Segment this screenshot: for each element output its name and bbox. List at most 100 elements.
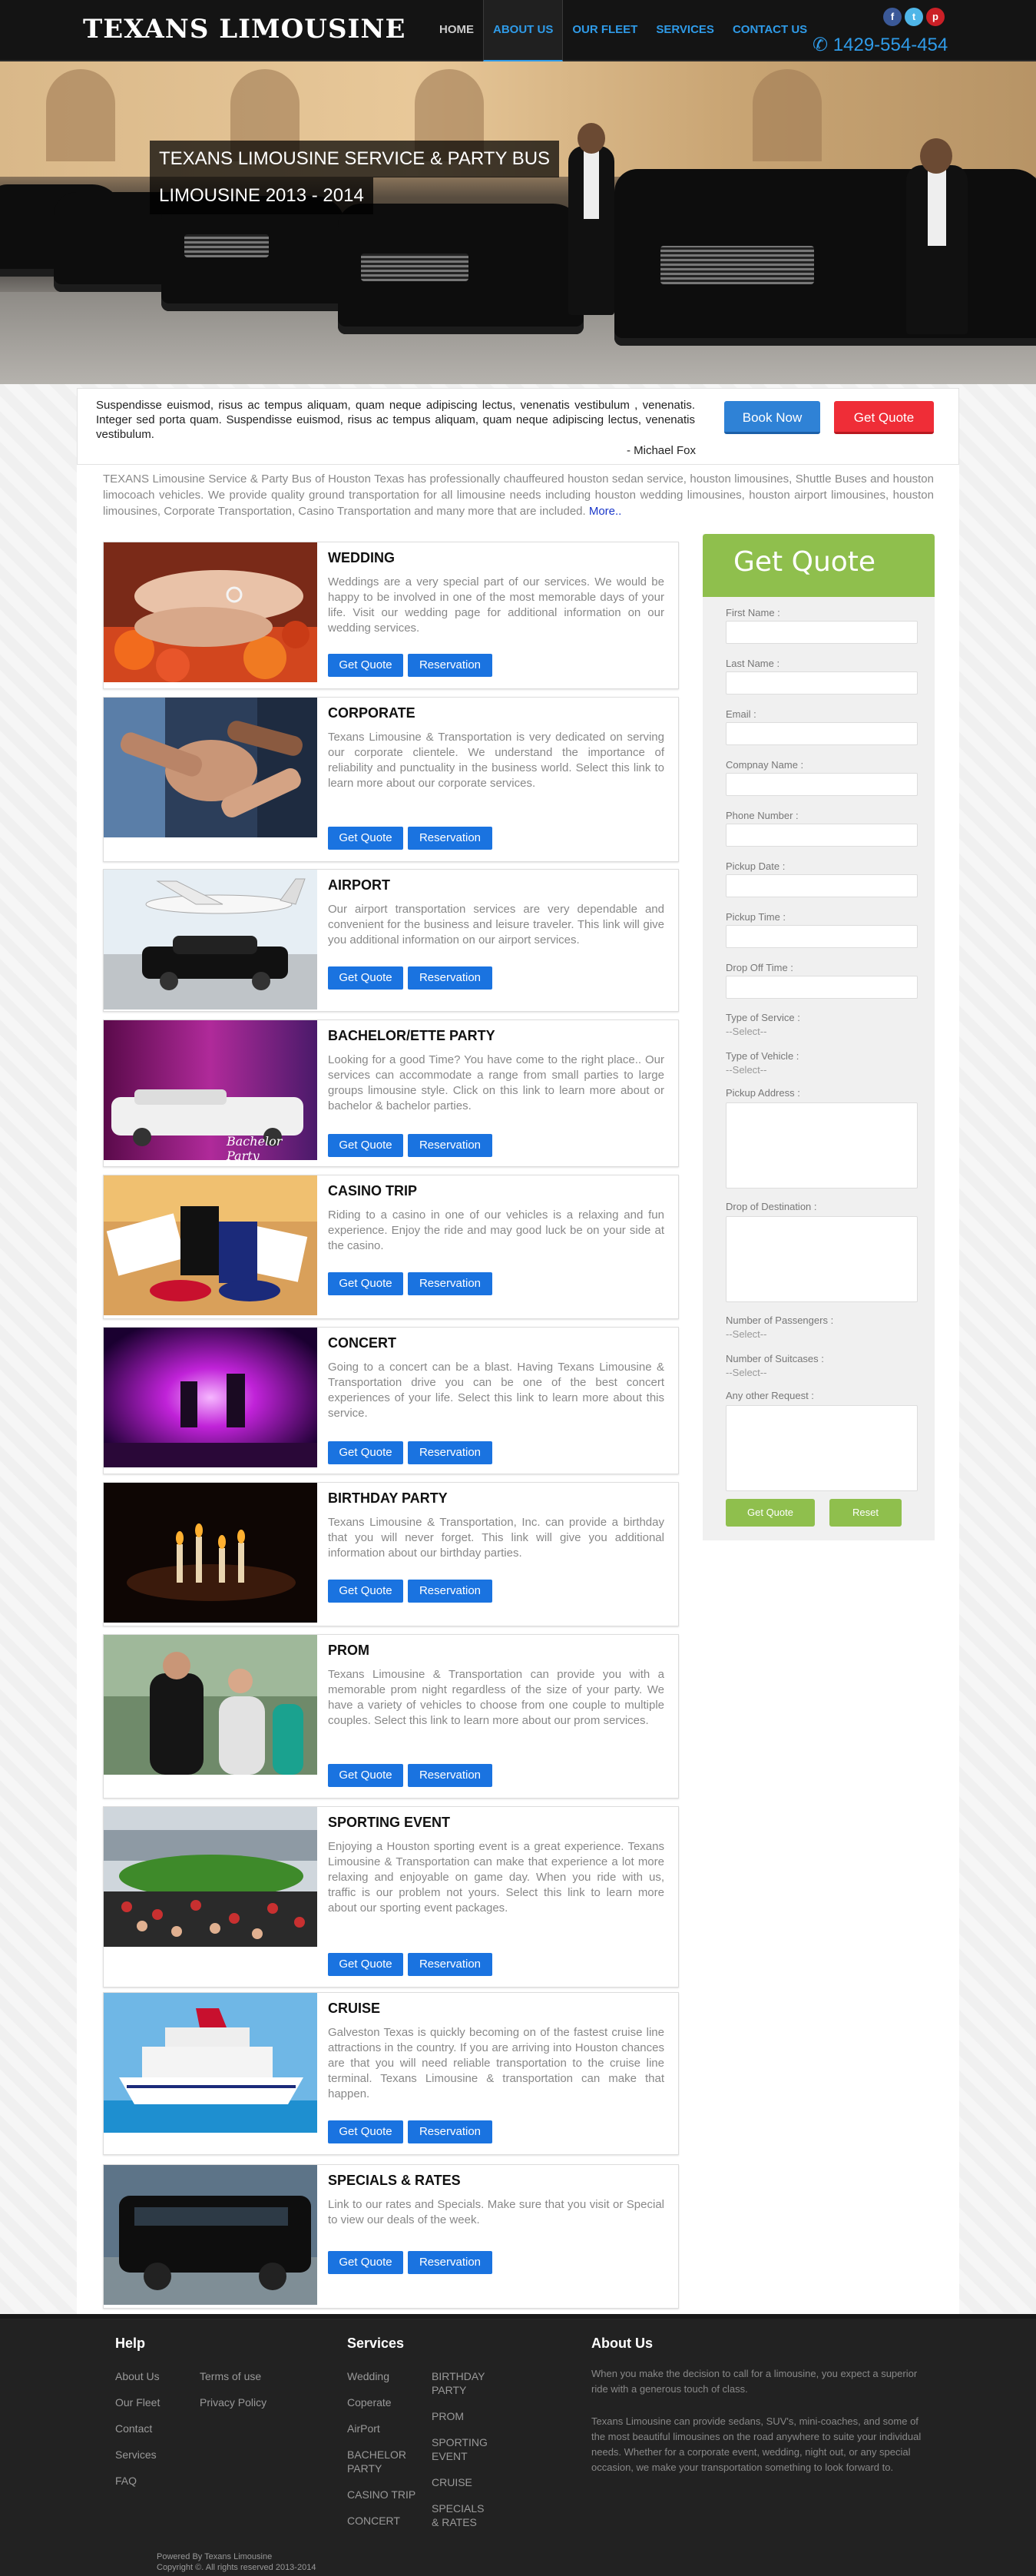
nav-contact-us[interactable]: CONTACT US xyxy=(723,0,816,61)
get-quote-button[interactable]: Get Quote xyxy=(328,654,403,677)
facebook-icon[interactable]: f xyxy=(883,8,902,26)
footer-link-coperate[interactable]: Coperate xyxy=(347,2395,392,2409)
airport-image[interactable] xyxy=(104,870,317,1010)
service-card-bachelor-party: Bachelor Party BACHELOR/ETTE PARTY Looki… xyxy=(103,1019,679,1167)
service-description: Texans Limousine & Transportation can pr… xyxy=(328,1668,664,1727)
casino-image[interactable] xyxy=(104,1175,317,1315)
footer-link-birthday-party[interactable]: BIRTHDAY PARTY xyxy=(432,2369,493,2397)
passengers-label: Number of Passengers : xyxy=(726,1315,834,1326)
type-of-vehicle-label: Type of Vehicle : xyxy=(726,1050,799,1062)
phone-number-input[interactable] xyxy=(726,824,918,847)
get-quote-button[interactable]: Get Quote xyxy=(834,401,934,434)
footer-link-about-us[interactable]: About Us xyxy=(115,2369,160,2383)
email-label: Email : xyxy=(726,708,756,720)
drop-off-time-input[interactable] xyxy=(726,976,918,999)
testimonial-author: - Michael Fox xyxy=(626,444,696,457)
twitter-icon[interactable]: t xyxy=(905,8,923,26)
hero-arch xyxy=(753,69,822,161)
corporate-image[interactable] xyxy=(104,698,317,837)
get-quote-button[interactable]: Get Quote xyxy=(328,2251,403,2274)
get-quote-button[interactable]: Get Quote xyxy=(328,1764,403,1787)
footer-link-prom[interactable]: PROM xyxy=(432,2409,464,2423)
passengers-select[interactable]: --Select-- xyxy=(726,1328,766,1340)
pickup-date-input[interactable] xyxy=(726,874,918,897)
form-get-quote-button[interactable]: Get Quote xyxy=(726,1499,815,1527)
form-reset-button[interactable]: Reset xyxy=(829,1499,902,1527)
reservation-button[interactable]: Reservation xyxy=(408,1764,492,1787)
footer-link-terms[interactable]: Terms of use xyxy=(200,2369,261,2383)
book-now-button[interactable]: Book Now xyxy=(724,401,820,434)
site-logo[interactable]: TEXANS LIMOUSINE xyxy=(83,14,405,45)
reservation-button[interactable]: Reservation xyxy=(408,1580,492,1603)
pickup-time-input[interactable] xyxy=(726,925,918,948)
type-of-service-select[interactable]: --Select-- xyxy=(726,1026,766,1037)
more-link[interactable]: More.. xyxy=(589,505,622,518)
cruise-image[interactable] xyxy=(104,1993,317,2133)
wedding-image[interactable] xyxy=(104,542,317,682)
prom-image[interactable] xyxy=(104,1635,317,1775)
drop-destination-label: Drop of Destination : xyxy=(726,1201,817,1212)
reservation-button[interactable]: Reservation xyxy=(408,1134,492,1157)
reservation-button[interactable]: Reservation xyxy=(408,2251,492,2274)
footer-link-specials-rates[interactable]: SPECIALS & RATES xyxy=(432,2501,493,2529)
nav-services[interactable]: SERVICES xyxy=(647,0,723,61)
footer-link-airport[interactable]: AirPort xyxy=(347,2422,380,2435)
email-input[interactable] xyxy=(726,722,918,745)
reservation-button[interactable]: Reservation xyxy=(408,966,492,990)
reservation-button[interactable]: Reservation xyxy=(408,654,492,677)
last-name-input[interactable] xyxy=(726,671,918,695)
concert-image[interactable] xyxy=(104,1328,317,1467)
nav-about-us[interactable]: ABOUT US xyxy=(483,0,564,61)
reservation-button[interactable]: Reservation xyxy=(408,1953,492,1976)
drop-destination-textarea[interactable] xyxy=(726,1216,918,1302)
nav-home[interactable]: HOME xyxy=(430,0,483,61)
first-name-input[interactable] xyxy=(726,621,918,644)
type-of-vehicle-select[interactable]: --Select-- xyxy=(726,1064,766,1076)
footer-link-sporting-event[interactable]: SPORTING EVENT xyxy=(432,2435,493,2463)
get-quote-button[interactable]: Get Quote xyxy=(328,827,403,850)
sporting-event-image[interactable] xyxy=(104,1807,317,1947)
get-quote-button[interactable]: Get Quote xyxy=(328,2120,403,2143)
get-quote-button[interactable]: Get Quote xyxy=(328,966,403,990)
service-description: Texans Limousine & Transportation, Inc. … xyxy=(328,1516,664,1560)
hero-grille xyxy=(361,254,468,281)
hero-title: TEXANS LIMOUSINE SERVICE & PARTY BUS LIM… xyxy=(150,141,560,214)
service-description: Enjoying a Houston sporting event is a g… xyxy=(328,1840,664,1915)
reservation-button[interactable]: Reservation xyxy=(408,1272,492,1295)
pickup-address-textarea[interactable] xyxy=(726,1102,918,1189)
service-title: SPECIALS & RATES xyxy=(328,2173,461,2188)
hero-title-line1: TEXANS LIMOUSINE SERVICE & PARTY BUS xyxy=(150,141,560,177)
footer-link-concert[interactable]: CONCERT xyxy=(347,2514,400,2528)
reservation-button[interactable]: Reservation xyxy=(408,1441,492,1464)
other-request-textarea[interactable] xyxy=(726,1405,918,1491)
last-name-label: Last Name : xyxy=(726,658,780,669)
footer-link-bachelor-party[interactable]: BACHELOR PARTY xyxy=(347,2448,416,2475)
footer-link-casino-trip[interactable]: CASINO TRIP xyxy=(347,2488,415,2501)
footer-link-faq[interactable]: FAQ xyxy=(115,2474,137,2488)
birthday-image[interactable] xyxy=(104,1483,317,1623)
phone-number: ✆ 1429-554-454 xyxy=(813,35,948,55)
footer-link-privacy[interactable]: Privacy Policy xyxy=(200,2395,266,2409)
footer-link-cruise[interactable]: CRUISE xyxy=(432,2475,472,2489)
get-quote-button[interactable]: Get Quote xyxy=(328,1953,403,1976)
quote-form: Get Quote First Name : Last Name : Email… xyxy=(703,534,935,1540)
get-quote-button[interactable]: Get Quote xyxy=(328,1134,403,1157)
reservation-button[interactable]: Reservation xyxy=(408,827,492,850)
type-of-service-label: Type of Service : xyxy=(726,1012,800,1023)
nav-our-fleet[interactable]: OUR FLEET xyxy=(563,0,647,61)
footer-link-services[interactable]: Services xyxy=(115,2448,157,2462)
specials-image[interactable] xyxy=(104,2165,317,2305)
company-name-input[interactable] xyxy=(726,773,918,796)
suitcases-select[interactable]: --Select-- xyxy=(726,1367,766,1378)
pinterest-icon[interactable]: p xyxy=(926,8,945,26)
footer-link-contact[interactable]: Contact xyxy=(115,2422,152,2435)
get-quote-button[interactable]: Get Quote xyxy=(328,1272,403,1295)
footer-link-our-fleet[interactable]: Our Fleet xyxy=(115,2395,160,2409)
get-quote-button[interactable]: Get Quote xyxy=(328,1441,403,1464)
bachelor-party-image[interactable]: Bachelor Party xyxy=(104,1020,317,1160)
service-description: Going to a concert can be a blast. Havin… xyxy=(328,1361,664,1420)
service-description: Our airport transportation services are … xyxy=(328,903,664,947)
footer-link-wedding[interactable]: Wedding xyxy=(347,2369,389,2383)
get-quote-button[interactable]: Get Quote xyxy=(328,1580,403,1603)
reservation-button[interactable]: Reservation xyxy=(408,2120,492,2143)
